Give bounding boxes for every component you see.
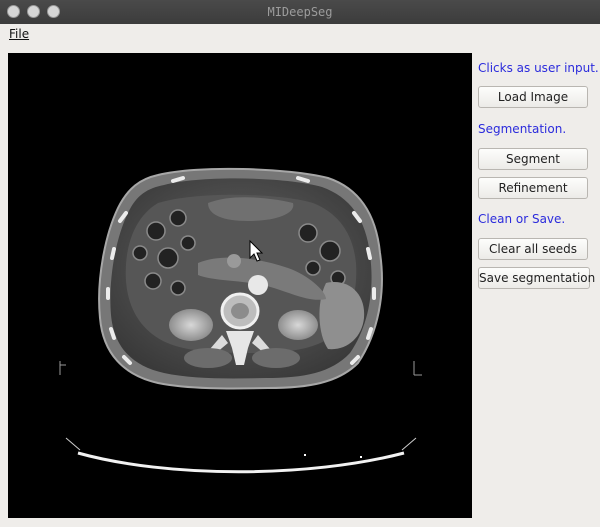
menu-bar: File bbox=[0, 24, 600, 46]
save-segmentation-button[interactable]: Save segmentation bbox=[478, 267, 595, 289]
right-kidney bbox=[278, 310, 318, 340]
scanner-table bbox=[77, 451, 405, 474]
clear-seeds-button[interactable]: Clear all seeds bbox=[478, 238, 588, 260]
segmentation-label: Segmentation. bbox=[478, 122, 567, 136]
menu-file-label: File bbox=[9, 27, 30, 41]
image-canvas[interactable] bbox=[8, 53, 472, 518]
load-image-button[interactable]: Load Image bbox=[478, 86, 588, 108]
aorta bbox=[248, 275, 268, 295]
control-panel: Clicks as user input. Load Image Segment… bbox=[476, 53, 599, 518]
user-input-label: Clicks as user input. bbox=[478, 61, 599, 75]
app-window: MIDeepSeg File Clicks as user input. Loa… bbox=[0, 0, 600, 527]
clean-save-label: Clean or Save. bbox=[478, 212, 566, 226]
window-title: MIDeepSeg bbox=[267, 5, 333, 19]
refinement-button[interactable]: Refinement bbox=[478, 177, 588, 199]
title-bar: MIDeepSeg bbox=[0, 0, 600, 24]
menu-file[interactable]: File bbox=[9, 27, 29, 41]
ct-scan-image bbox=[59, 167, 422, 474]
segment-button[interactable]: Segment bbox=[478, 148, 588, 170]
left-kidney bbox=[169, 309, 213, 341]
